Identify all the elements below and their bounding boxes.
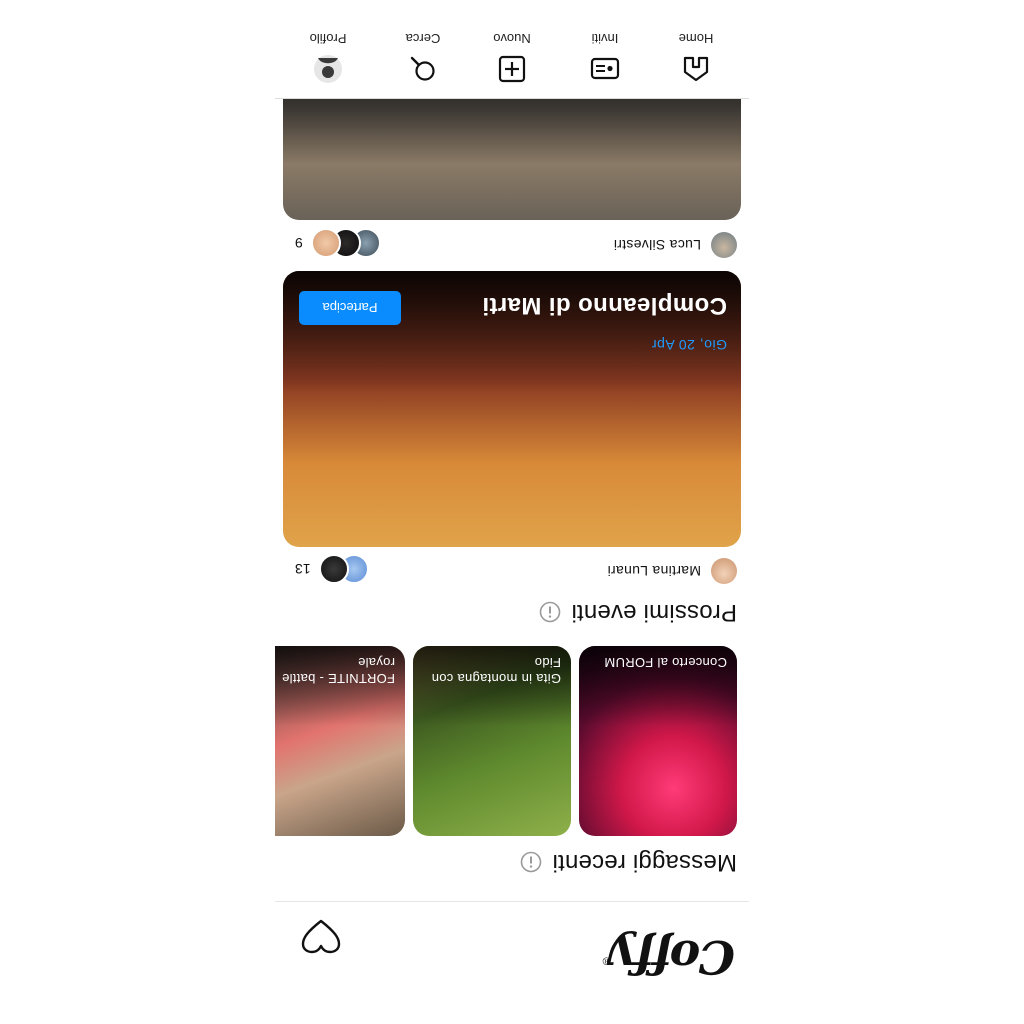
nav-new[interactable]: Nuovo [472,31,552,84]
avatar [711,232,737,258]
nav-label: Profilo [309,31,347,46]
info-icon[interactable] [539,601,561,623]
event-host[interactable]: Martina Lunari [607,558,737,584]
avatar [318,554,349,584]
host-name: Martina Lunari [607,563,701,579]
nav-search[interactable]: Cerca [383,31,463,84]
avatar [711,558,737,584]
app-viewport: Coffy® Messaggi recenti Concerto al FORU… [275,0,749,1024]
nav-invites[interactable]: Inviti [565,31,645,84]
app-logo[interactable]: Coffy® [603,930,735,984]
attendees[interactable]: 9 [295,228,381,258]
avatar [310,228,341,258]
message-caption: Concerto al FORUM [604,655,727,670]
event-title: Compleanno di Marti [482,292,727,319]
nav-label: Cerca [405,31,441,46]
info-icon[interactable] [520,851,542,873]
message-card[interactable]: FORTNITE - battle royale [275,646,405,836]
screen: Coffy® Messaggi recenti Concerto al FORU… [0,0,1024,1024]
heart-icon[interactable] [301,918,341,954]
search-icon [410,56,435,81]
join-button[interactable]: Partecipa [299,291,401,325]
nav-home[interactable]: Home [656,31,736,84]
attendee-count: 13 [295,561,311,577]
message-card[interactable]: Gita in montagna con Fido [413,646,571,836]
nav-label: Inviti [591,31,619,46]
message-card[interactable]: Concerto al FORUM [579,646,737,836]
home-icon [683,56,709,82]
logo-text: Coffy [611,930,735,984]
attendees[interactable]: 13 [295,554,369,584]
nav-label: Nuovo [493,31,531,46]
plus-square-icon [498,55,526,83]
event-card[interactable]: Gio, 20 Apr Compleanno di Marti Partecip… [283,271,741,547]
attendee-count: 9 [295,235,303,251]
logo-mark: ® [603,954,612,966]
recent-messages-header: Messaggi recenti [520,848,737,876]
upcoming-events-title: Prossimi eventi [571,599,737,626]
event-header: Martina Lunari 13 [285,554,737,586]
event-host[interactable]: Luca Silvestri [614,232,737,258]
bottom-navigation: Home Inviti Nuovo Cerca Profilo [275,0,749,99]
upcoming-events-header: Prossimi eventi [539,598,737,626]
recent-messages-title: Messaggi recenti [552,849,737,876]
nav-profile[interactable]: Profilo [288,31,368,84]
message-caption: Gita in montagna con Fido [431,655,561,686]
message-caption: FORTNITE - battle royale [281,655,395,686]
profile-avatar-icon [314,55,342,83]
nav-label: Home [678,31,714,46]
event-date: Gio, 20 Apr [651,337,727,353]
ticket-icon [590,57,620,80]
event-header: Luca Silvestri 9 [285,228,737,260]
recent-messages-carousel[interactable]: Concerto al FORUM Gita in montagna con F… [275,646,737,836]
host-name: Luca Silvestri [613,237,701,253]
top-bar: Coffy® [275,901,749,1024]
